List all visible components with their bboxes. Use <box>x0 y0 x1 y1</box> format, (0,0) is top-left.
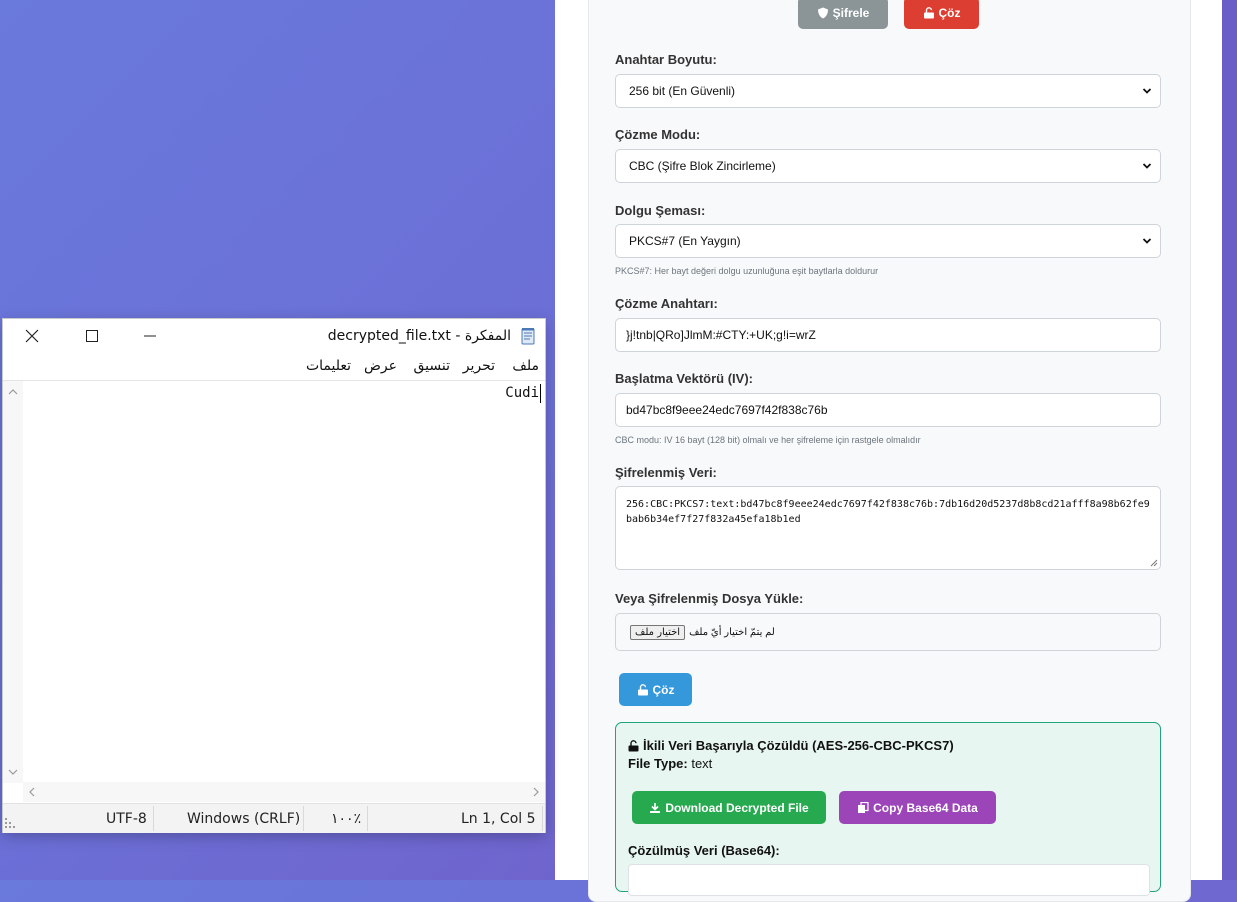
notepad-window: المفكرة - decrypted_file.txt ملف تحرير ت… <box>3 319 545 833</box>
unlock-icon <box>628 739 639 751</box>
page-scrollbar-area <box>1222 0 1237 880</box>
vertical-scrollbar[interactable] <box>3 381 23 783</box>
maximize-icon <box>86 330 98 342</box>
chevron-down-icon <box>1142 163 1152 169</box>
cursor-position-status: Ln 1, Col 5 <box>461 810 536 827</box>
decrypt-tab-button[interactable]: Çöz <box>904 0 979 29</box>
file-type-value: text <box>691 756 713 771</box>
menu-file[interactable]: ملف <box>512 358 539 374</box>
padding-label: Dolgu Şeması: <box>615 203 706 218</box>
iv-hint: CBC modu: IV 16 bayt (128 bit) olmalı ve… <box>615 435 921 445</box>
key-size-value: 256 bit (En Güvenli) <box>629 84 736 98</box>
choose-file-button[interactable]: اختيار ملف <box>630 624 686 640</box>
unlock-icon <box>923 7 934 19</box>
file-upload-label: Veya Şifrelenmiş Dosya Yükle: <box>615 591 804 606</box>
copy-icon <box>858 801 869 813</box>
key-input[interactable]: }j!tnb|QRo]JlmM:#CTY:+UK;g!i=wrZ <box>615 318 1161 352</box>
minimize-button[interactable] <box>121 319 179 353</box>
file-type-line: File Type: text <box>628 756 712 771</box>
notepad-app-icon <box>521 328 535 345</box>
encrypted-data-label: Şifrelenmiş Veri: <box>615 465 717 480</box>
download-button-label: Download Decrypted File <box>665 800 809 815</box>
scroll-up-icon[interactable] <box>3 385 23 399</box>
scroll-left-icon[interactable] <box>25 782 39 802</box>
key-label: Çözme Anahtarı: <box>615 296 718 311</box>
decrypt-button[interactable]: Çöz <box>619 673 692 706</box>
menu-edit[interactable]: تحرير <box>463 358 495 374</box>
mode-label: Çözme Modu: <box>615 127 701 142</box>
zoom-status: ١٠٠٪ <box>331 810 362 827</box>
notepad-statusbar: UTF-8 Windows (CRLF) ١٠٠٪ Ln 1, Col 5 <box>3 803 545 833</box>
download-icon <box>650 802 661 813</box>
file-upload-box: اختيار ملف لم يتمّ اختيار أيّ ملف <box>615 613 1161 651</box>
decrypt-tab-label: Çöz <box>938 6 961 20</box>
decrypted-data-box[interactable] <box>628 864 1150 896</box>
menu-help[interactable]: تعليمات <box>306 358 351 374</box>
iv-input[interactable]: bd47bc8f9eee24edc7697f42f838c76b <box>615 393 1161 427</box>
chevron-down-icon <box>1142 88 1152 94</box>
mode-value: CBC (Şifre Blok Zincirleme) <box>629 159 776 173</box>
status-separator <box>153 806 154 831</box>
result-title: İkili Veri Başarıyla Çözüldü (AES-256-CB… <box>628 738 954 753</box>
decrypted-data-label: Çözülmüş Veri (Base64): <box>628 843 780 858</box>
web-page: Şifrele Çöz Anahtar Boyutu: 256 bit (En … <box>555 0 1222 902</box>
encrypted-data-textarea[interactable]: 256:CBC:PKCS7:text:bd47bc8f9eee24edc7697… <box>615 486 1161 570</box>
iv-label: Başlatma Vektörü (IV): <box>615 371 753 386</box>
result-title-text: İkili Veri Başarıyla Çözüldü (AES-256-CB… <box>643 738 954 753</box>
status-separator <box>303 806 304 831</box>
encrypted-data-value: 256:CBC:PKCS7:text:bd47bc8f9eee24edc7697… <box>626 499 1150 525</box>
mode-select[interactable]: CBC (Şifre Blok Zincirleme) <box>615 149 1161 183</box>
menu-view[interactable]: عرض <box>364 358 397 374</box>
status-separator <box>367 806 368 831</box>
horizontal-scrollbar[interactable] <box>23 782 545 802</box>
notepad-titlebar[interactable]: المفكرة - decrypted_file.txt <box>3 319 545 353</box>
padding-value: PKCS#7 (En Yaygın) <box>629 234 741 248</box>
copy-base64-button[interactable]: Copy Base64 Data <box>839 791 996 824</box>
menu-format[interactable]: تنسيق <box>413 358 450 374</box>
scroll-down-icon[interactable] <box>3 765 23 779</box>
close-icon <box>25 329 39 343</box>
notepad-menubar: ملف تحرير تنسيق عرض تعليمات <box>3 355 545 379</box>
status-separator <box>542 806 543 831</box>
encrypt-tab-button[interactable]: Şifrele <box>798 0 888 29</box>
shield-icon <box>817 7 828 19</box>
close-button[interactable] <box>3 319 61 353</box>
unlock-icon <box>637 683 648 695</box>
file-type-label: File Type: <box>628 756 688 771</box>
line-ending-status: Windows (CRLF) <box>187 810 301 827</box>
padding-hint: PKCS#7: Her bayt değeri dolgu uzunluğuna… <box>615 266 879 276</box>
minimize-icon <box>144 335 156 337</box>
padding-select[interactable]: PKCS#7 (En Yaygın) <box>615 224 1161 258</box>
file-status-text: لم يتمّ اختيار أيّ ملف <box>689 626 775 638</box>
text-caret <box>540 384 541 403</box>
notepad-title: المفكرة - decrypted_file.txt <box>327 328 511 344</box>
chevron-down-icon <box>1142 238 1152 244</box>
key-size-select[interactable]: 256 bit (En Güvenli) <box>615 74 1161 108</box>
resize-grip-icon[interactable] <box>4 817 18 831</box>
document-content: Cudi <box>505 385 539 401</box>
key-size-label: Anahtar Boyutu: <box>615 52 717 67</box>
scroll-right-icon[interactable] <box>529 782 543 802</box>
encoding-status: UTF-8 <box>106 810 147 827</box>
maximize-button[interactable] <box>63 319 121 353</box>
encrypt-button-label: Şifrele <box>832 6 870 20</box>
resize-grip-icon[interactable] <box>1149 558 1158 567</box>
notepad-text-area[interactable]: Cudi <box>3 380 545 783</box>
decrypt-button-label: Çöz <box>652 682 675 697</box>
result-panel: İkili Veri Başarıyla Çözüldü (AES-256-CB… <box>615 722 1161 896</box>
download-decrypted-button[interactable]: Download Decrypted File <box>632 791 826 824</box>
copy-button-label: Copy Base64 Data <box>873 800 978 815</box>
